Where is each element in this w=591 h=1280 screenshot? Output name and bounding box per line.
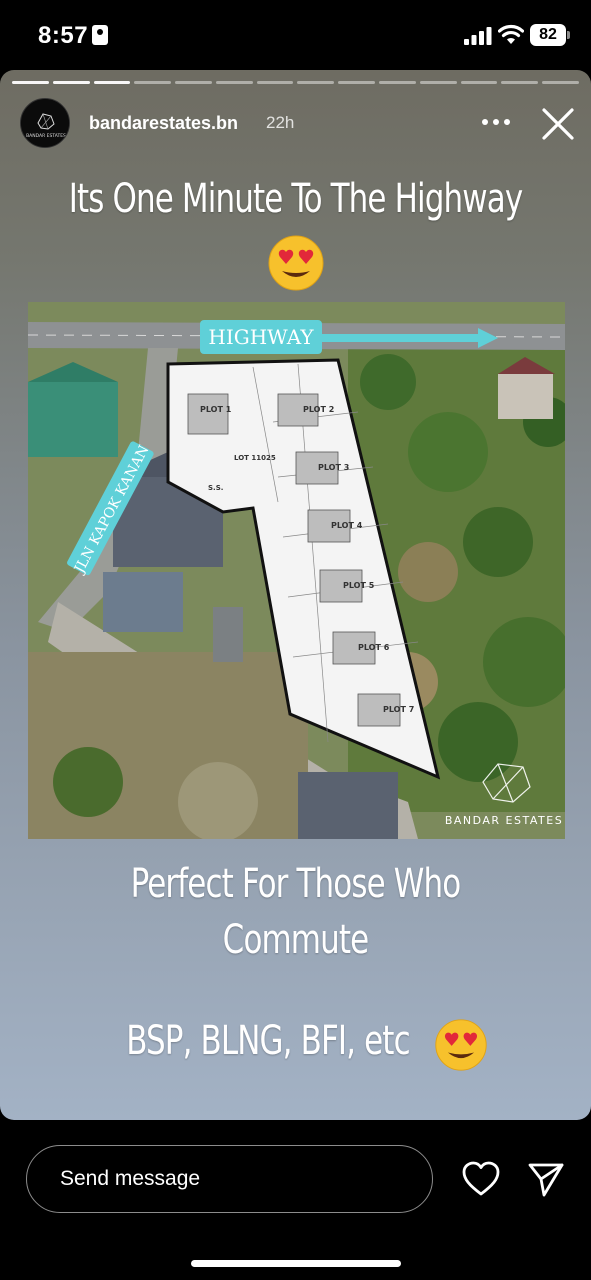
- story-caption-top: Its One Minute To The Highway: [68, 176, 523, 222]
- progress-segment: [175, 81, 212, 84]
- progress-segment: [338, 81, 376, 84]
- battery-indicator: 82: [530, 24, 566, 46]
- progress-segment: [297, 81, 335, 84]
- heart-eyes-emoji: [268, 235, 324, 291]
- close-icon[interactable]: [538, 104, 578, 144]
- progress-segment: [379, 81, 416, 84]
- heart-icon[interactable]: [461, 1160, 501, 1198]
- progress-segment: [419, 81, 457, 84]
- progress-segment: [542, 81, 579, 84]
- progress-segment: [215, 81, 253, 84]
- progress-segment: [501, 81, 539, 84]
- story-card[interactable]: BANDAR ESTATES bandarestates.bn 22h Its …: [0, 70, 591, 1120]
- caption-bottom-text: BSP, BLNG, BFI, etc: [126, 1018, 410, 1064]
- brand-watermark: BANDAR ESTATES: [445, 814, 563, 827]
- send-message-input[interactable]: Send message: [26, 1145, 433, 1213]
- story-username[interactable]: bandarestates.bn: [89, 113, 238, 134]
- highway-label: HIGHWAY: [208, 325, 314, 349]
- progress-segment: [256, 81, 294, 84]
- more-horizontal-icon[interactable]: [476, 110, 516, 134]
- progress-segment: [134, 81, 172, 84]
- progress-segment: [12, 81, 49, 84]
- orientation-lock-icon: [92, 25, 108, 45]
- svg-text:BANDAR ESTATES: BANDAR ESTATES: [26, 133, 66, 139]
- plot-label: PLOT 6: [358, 643, 390, 652]
- story-progress-bar: [12, 81, 579, 85]
- heart-eyes-emoji: [435, 1019, 487, 1071]
- send-icon[interactable]: [527, 1160, 565, 1198]
- reply-bar: Send message: [0, 1120, 591, 1280]
- lot-label: LOT 11025: [234, 454, 276, 462]
- cellular-signal-icon: [464, 27, 492, 45]
- wifi-icon: [498, 24, 524, 44]
- plot-label: PLOT 2: [303, 405, 334, 414]
- story-time-ago: 22h: [266, 113, 295, 132]
- plot-label: PLOT 7: [383, 705, 414, 714]
- status-bar: 8:57 82: [0, 0, 591, 70]
- progress-segment: [93, 81, 131, 84]
- plot-label: PLOT 1: [200, 405, 232, 414]
- home-indicator: [191, 1260, 401, 1267]
- story-caption-middle: Perfect For Those Who Commute: [41, 856, 549, 968]
- battery-tip: [567, 31, 570, 39]
- caption-middle-line-2: Commute: [222, 917, 369, 963]
- plot-label: PLOT 3: [318, 463, 349, 472]
- plot-label: PLOT 4: [331, 521, 363, 530]
- progress-segment: [460, 81, 498, 84]
- bandar-estates-logo: BANDAR ESTATES: [21, 99, 69, 147]
- avatar[interactable]: BANDAR ESTATES: [20, 98, 70, 148]
- caption-middle-line-1: Perfect For Those Who: [130, 861, 462, 907]
- aerial-site-plan-photo: PLOT 2 PLOT 3 PLOT 4 PLOT 5 PLOT 6 PLOT …: [28, 302, 565, 839]
- ss-label: S.S.: [208, 484, 223, 492]
- plot-label: PLOT 5: [343, 581, 375, 590]
- progress-segment: [52, 81, 90, 84]
- status-time: 8:57: [38, 22, 89, 49]
